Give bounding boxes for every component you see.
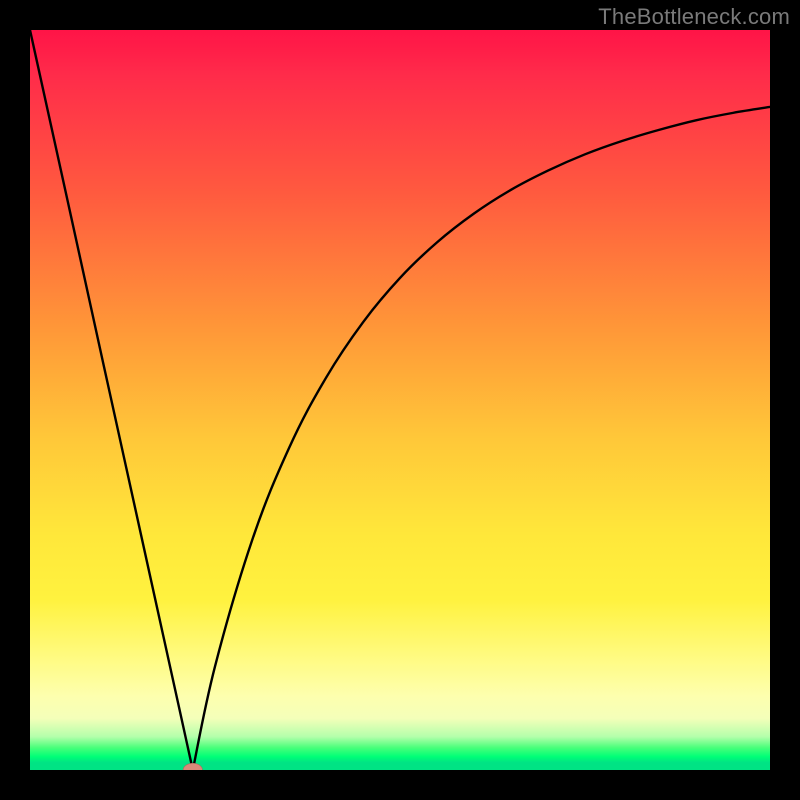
chart-frame: TheBottleneck.com — [0, 0, 800, 800]
curve-layer — [30, 30, 770, 770]
watermark-label: TheBottleneck.com — [598, 4, 790, 30]
min-marker — [183, 763, 202, 770]
plot-area — [30, 30, 770, 770]
bottleneck-curve — [30, 30, 770, 770]
